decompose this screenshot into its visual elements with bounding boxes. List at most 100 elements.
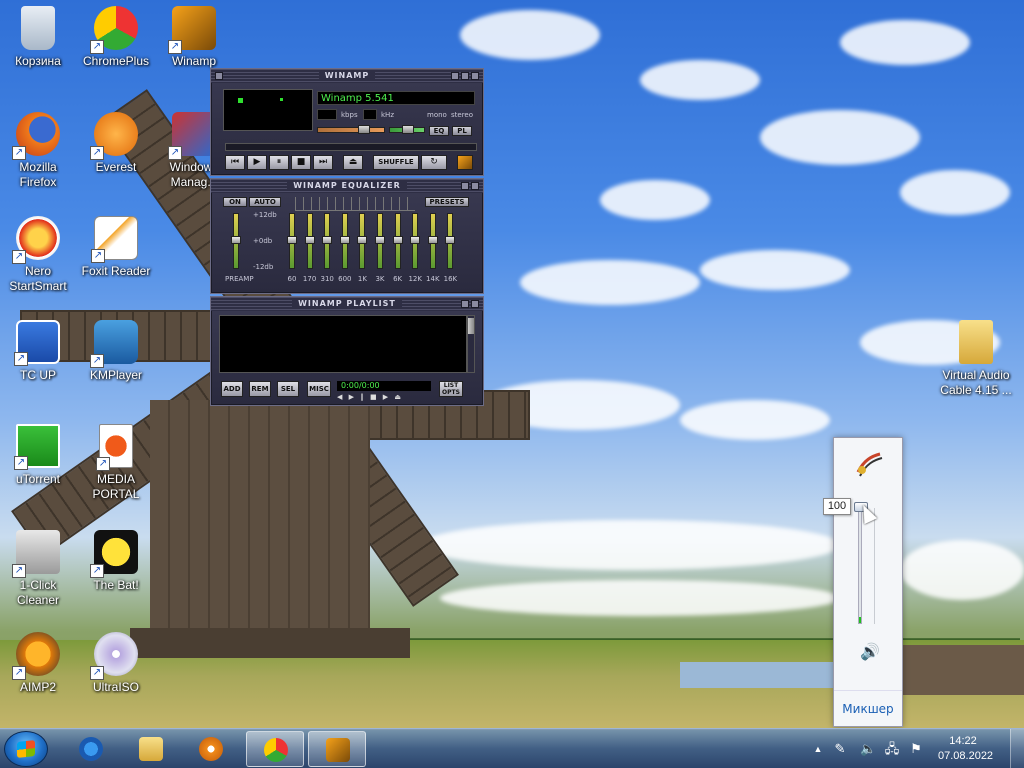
winamp-close-button[interactable] (471, 72, 479, 80)
desktop-icon-utorrent[interactable]: ↗ uTorrent (0, 424, 76, 487)
tray-app-icon[interactable]: ✎ (832, 741, 848, 757)
playlist-add-button[interactable]: ADD (221, 381, 243, 397)
eq-band-knob[interactable] (410, 236, 421, 244)
eq-preamp-slider[interactable] (231, 213, 241, 269)
winamp-playlist-window[interactable]: WINAMP PLAYLIST ADD REM SEL MISC 0:00/0:… (210, 296, 484, 406)
tray-expand-icon[interactable]: ▲ (810, 741, 826, 757)
tray-action-center-icon[interactable]: ⚑ (908, 741, 924, 757)
desktop-icon-aimp2[interactable]: ↗ AIMP2 (0, 632, 76, 695)
eq-band-knob[interactable] (304, 236, 315, 244)
winamp-main-window[interactable]: WINAMP Winamp 5.541 kbps kHz mono stereo… (210, 68, 484, 176)
winamp-equalizer-window[interactable]: WINAMP EQUALIZER ON AUTO PRESETS +12db +… (210, 178, 484, 294)
winamp-pause-button[interactable]: ⏸ (269, 155, 289, 170)
taskbar-app-chromeplus[interactable] (246, 731, 304, 767)
eq-presets-button[interactable]: PRESETS (425, 197, 469, 207)
winamp-player[interactable]: WINAMP Winamp 5.541 kbps kHz mono stereo… (210, 68, 484, 406)
desktop-icon-firefox[interactable]: ↗ Mozilla Firefox (0, 112, 76, 190)
speakers-device-icon[interactable] (854, 450, 884, 480)
playlist-shade-button[interactable] (461, 300, 469, 308)
winamp-shade-button[interactable] (461, 72, 469, 80)
winamp-equalizer-titlebar[interactable]: WINAMP EQUALIZER (211, 179, 483, 193)
mixer-link[interactable]: Микшер (834, 690, 902, 726)
tray-network-icon[interactable]: 🖧 (884, 741, 900, 757)
desktop-icon-mediaportal[interactable]: ↗ MEDIA PORTAL (78, 424, 154, 502)
playlist-list-opts-button[interactable]: LIST OPTS (439, 381, 463, 397)
playlist-mini-controls[interactable]: ◀ ▶ ‖ ■ ▶ ⏏ (337, 393, 431, 401)
taskbar-clock[interactable]: 14:22 07.08.2022 (938, 734, 993, 764)
winamp-volume-slider[interactable] (317, 125, 385, 134)
playlist-close-button[interactable] (471, 300, 479, 308)
winamp-track-display[interactable]: Winamp 5.541 (317, 91, 475, 105)
winamp-seek-bar[interactable] (225, 143, 477, 151)
speaker-mute-icon[interactable]: 🔊 (860, 642, 880, 662)
playlist-sel-button[interactable]: SEL (277, 381, 299, 397)
winamp-play-button[interactable]: ▶ (247, 155, 267, 170)
eq-band-knob[interactable] (375, 236, 385, 244)
eq-band-slider[interactable] (339, 213, 350, 269)
eq-band-slider[interactable] (375, 213, 385, 269)
taskbar-pin-explorer[interactable] (122, 731, 180, 767)
eq-band-slider[interactable] (304, 213, 315, 269)
eq-preamp-knob[interactable] (231, 236, 241, 244)
desktop-icon-nero[interactable]: ↗ Nero StartSmart (0, 216, 76, 294)
winamp-menu-button[interactable] (215, 72, 223, 80)
taskbar[interactable]: ▲ ✎ 🔈 🖧 ⚑ 14:22 07.08.2022 (0, 728, 1024, 768)
desktop-icon-kmplayer[interactable]: ↗ KMPlayer (78, 320, 154, 383)
eq-band-knob[interactable] (427, 236, 438, 244)
eq-band-slider[interactable] (287, 213, 297, 269)
eq-auto-button[interactable]: AUTO (249, 197, 281, 207)
winamp-eject-button[interactable]: ⏏ (343, 155, 363, 170)
winamp-visualizer[interactable] (223, 89, 313, 131)
winamp-minimize-button[interactable] (451, 72, 459, 80)
eq-band-slider[interactable] (410, 213, 421, 269)
winamp-volume-knob[interactable] (358, 125, 370, 134)
volume-popup[interactable]: 🔊 Микшер (833, 437, 903, 727)
playlist-rem-button[interactable]: REM (249, 381, 271, 397)
winamp-shuffle-button[interactable]: SHUFFLE (373, 155, 419, 170)
playlist-misc-button[interactable]: MISC (307, 381, 331, 397)
taskbar-pin-media-player[interactable] (182, 731, 240, 767)
eq-band-knob[interactable] (357, 236, 368, 244)
eq-on-button[interactable]: ON (223, 197, 247, 207)
winamp-eq-toggle[interactable]: EQ (429, 126, 449, 136)
desktop-icon-foxit-reader[interactable]: ↗ Foxit Reader (78, 216, 154, 279)
desktop-icon-1click-cleaner[interactable]: ↗ 1-Click Cleaner (0, 530, 76, 608)
winamp-logo-icon[interactable] (457, 155, 473, 170)
taskbar-pin-ie[interactable] (62, 731, 120, 767)
winamp-titlebar[interactable]: WINAMP (211, 69, 483, 83)
desktop-icon-the-bat[interactable]: ↗ The Bat! (78, 530, 154, 593)
playlist-scroll-thumb[interactable] (468, 318, 474, 334)
eq-band-slider[interactable] (427, 213, 438, 269)
desktop-icon-ultraiso[interactable]: ↗ UltraISO (78, 632, 154, 695)
desktop-icon-chromeplus[interactable]: ↗ ChromePlus (78, 6, 154, 69)
winamp-playlist-titlebar[interactable]: WINAMP PLAYLIST (211, 297, 483, 311)
winamp-balance-knob[interactable] (402, 125, 414, 134)
eq-band-slider[interactable] (322, 213, 333, 269)
winamp-repeat-button[interactable]: ↻ (421, 155, 447, 170)
winamp-stop-button[interactable]: ■ (291, 155, 311, 170)
playlist-scrollbar[interactable] (467, 315, 475, 373)
start-button[interactable] (4, 731, 48, 767)
desktop-icon-virtual-audio-cable[interactable]: Virtual Audio Cable 4.15 ... (936, 320, 1016, 398)
eq-band-slider[interactable] (445, 213, 456, 269)
taskbar-app-winamp[interactable] (308, 731, 366, 767)
show-desktop-button[interactable] (1010, 729, 1024, 768)
eq-band-knob[interactable] (392, 236, 403, 244)
playlist-track-list[interactable] (219, 315, 467, 373)
eq-band-slider[interactable] (357, 213, 368, 269)
eq-band-knob[interactable] (287, 236, 297, 244)
desktop-icon-recycle-bin[interactable]: Корзина (0, 6, 76, 69)
eq-band-knob[interactable] (445, 236, 456, 244)
desktop-icon-tc-up[interactable]: ↗ TC UP (0, 320, 76, 383)
equalizer-close-button[interactable] (471, 182, 479, 190)
eq-band-slider[interactable] (392, 213, 403, 269)
winamp-playlist-toggle[interactable]: PL (452, 126, 472, 136)
desktop-icon-everest[interactable]: ↗ Everest (78, 112, 154, 175)
volume-slider-track[interactable] (858, 508, 862, 624)
eq-band-knob[interactable] (322, 236, 333, 244)
tray-volume-icon[interactable]: 🔈 (860, 741, 876, 757)
winamp-prev-button[interactable]: ⏮ (225, 155, 245, 170)
winamp-next-button[interactable]: ⏭ (313, 155, 333, 170)
equalizer-shade-button[interactable] (461, 182, 469, 190)
eq-band-knob[interactable] (339, 236, 350, 244)
